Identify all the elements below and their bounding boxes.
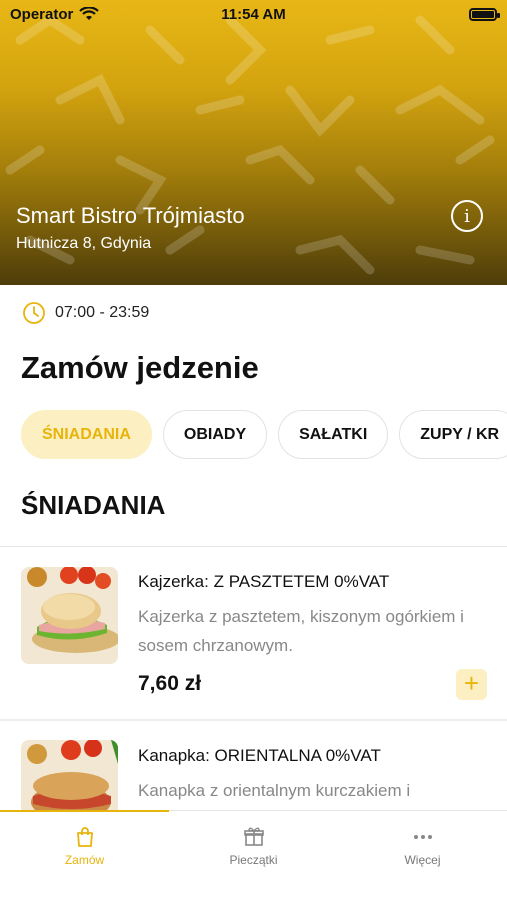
opening-hours: 07:00 - 23:59 xyxy=(22,301,149,325)
carrier-label: Operator xyxy=(10,5,74,23)
product-image xyxy=(21,567,118,664)
tab-order-label: Zamów xyxy=(64,853,105,867)
product-description: Kajzerka z pasztetem, kiszonym ogórkiem … xyxy=(138,607,464,655)
bottom-tab-bar: Zamów Pieczątki Więcej xyxy=(0,810,507,900)
venue-header: Operator 11:54 AM Smart Bistro Trójmiast… xyxy=(0,0,507,285)
info-icon: i xyxy=(464,205,470,227)
battery-icon xyxy=(469,7,500,21)
shopping-bag-icon xyxy=(76,827,93,847)
product-image xyxy=(21,740,118,810)
product-name: Kajzerka: Z PASZTETEM 0%VAT xyxy=(138,572,390,591)
tab-obiady[interactable]: OBIADY xyxy=(162,410,268,459)
tab-more-label: Więcej xyxy=(404,853,441,867)
category-heading: ŚNIADANIA xyxy=(21,490,166,520)
product-item[interactable]: Kanapka: ORIENTALNA 0%VAT Kanapka z orie… xyxy=(0,721,507,810)
venue-name: Smart Bistro Trójmiasto xyxy=(16,203,245,228)
tab-zupy[interactable]: ZUPY / KR xyxy=(399,410,507,459)
venue-address: Hutnicza 8, Gdynia xyxy=(16,235,152,252)
tab-salatki[interactable]: SAŁATKI xyxy=(278,410,389,459)
status-bar: Operator 11:54 AM xyxy=(0,0,507,28)
tab-sniadania[interactable]: ŚNIADANIA xyxy=(21,410,152,459)
wifi-icon xyxy=(79,7,100,20)
hours-label: 07:00 - 23:59 xyxy=(55,304,150,321)
product-item[interactable]: Kajzerka: Z PASZTETEM 0%VAT Kajzerka z p… xyxy=(0,547,507,719)
tab-stamps[interactable]: Pieczątki xyxy=(169,811,338,881)
tab-stamps-label: Pieczątki xyxy=(229,853,278,867)
info-button[interactable]: i xyxy=(451,200,483,232)
more-dots-icon xyxy=(413,835,432,839)
category-tabs: ŚNIADANIA OBIADY SAŁATKI ZUPY / KR xyxy=(21,410,507,459)
add-to-cart-button[interactable]: + xyxy=(456,669,487,700)
product-description: Kanapka z orientalnym kurczakiem i xyxy=(138,781,411,800)
tab-more[interactable]: Więcej xyxy=(338,811,507,881)
page-title: Zamów jedzenie xyxy=(21,350,259,385)
tab-order[interactable]: Zamów xyxy=(0,811,169,881)
product-price: 7,60 zł xyxy=(138,672,202,695)
clock-icon xyxy=(23,302,45,324)
gift-icon xyxy=(243,827,264,846)
status-time: 11:54 AM xyxy=(221,5,286,23)
product-name: Kanapka: ORIENTALNA 0%VAT xyxy=(138,746,381,765)
